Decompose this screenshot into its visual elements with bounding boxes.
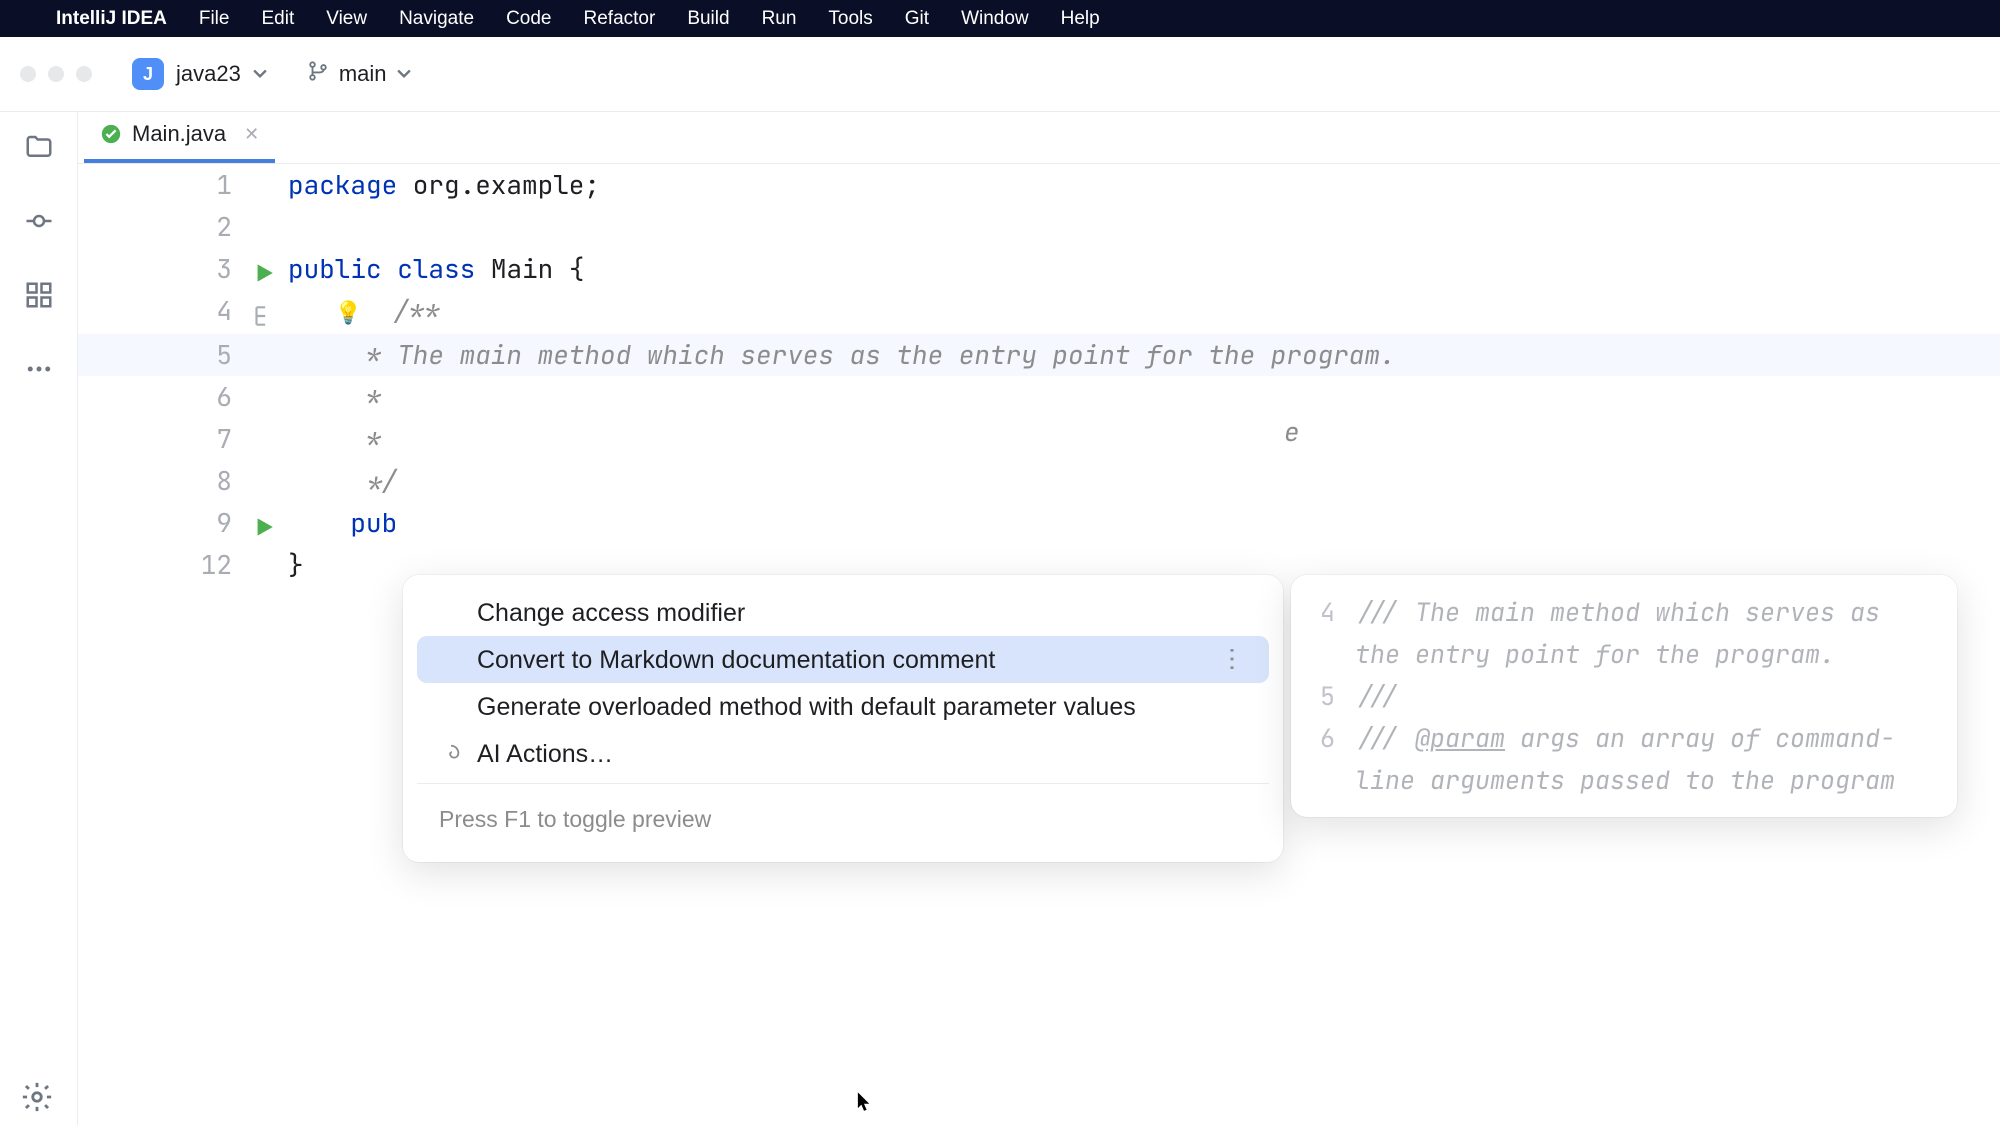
- traffic-lights: [20, 66, 92, 82]
- gutter-line-number: 9: [78, 502, 288, 544]
- comment: *: [350, 421, 381, 456]
- popup-footer-hint: Press F1 to toggle preview: [417, 783, 1269, 858]
- structure-tool-icon[interactable]: [22, 278, 56, 312]
- window-zoom-button[interactable]: [76, 66, 92, 82]
- project-name: java23: [176, 61, 241, 87]
- menu-view[interactable]: View: [326, 8, 367, 30]
- keyword: class: [397, 251, 475, 286]
- code-editor[interactable]: 1 package org.example; 2 3 public class …: [78, 164, 2000, 1125]
- menu-edit[interactable]: Edit: [261, 8, 294, 30]
- preview-line-text: /// The main method which serves as the …: [1355, 591, 1939, 675]
- comment: * The main method which serves as the en…: [350, 337, 1395, 372]
- mac-menubar: IntelliJ IDEA File Edit View Navigate Co…: [0, 0, 2000, 37]
- intention-item-convert-markdown[interactable]: Convert to Markdown documentation commen…: [417, 636, 1269, 683]
- menubar-app-name[interactable]: IntelliJ IDEA: [56, 8, 167, 30]
- intention-bulb-icon[interactable]: 💡: [335, 298, 362, 327]
- workspace: Main.java ✕ 1 package org.example; 2 3: [0, 112, 2000, 1125]
- code-text: }: [288, 547, 304, 582]
- more-tool-icon[interactable]: [22, 352, 56, 386]
- close-icon[interactable]: ✕: [244, 124, 259, 145]
- project-selector[interactable]: J java23: [116, 50, 283, 98]
- intention-item-label: Convert to Markdown documentation commen…: [477, 639, 995, 681]
- gutter-line-number: 4: [78, 290, 288, 334]
- gutter-line-number: 7: [78, 418, 288, 460]
- preview-line-number: 6: [1309, 717, 1335, 801]
- editor-tab[interactable]: Main.java ✕: [84, 109, 275, 163]
- preview-line-text: ///: [1355, 675, 1939, 717]
- editor-zone: Main.java ✕ 1 package org.example; 2 3: [78, 112, 2000, 1125]
- menu-build[interactable]: Build: [687, 8, 729, 30]
- menu-help[interactable]: Help: [1061, 8, 1100, 30]
- project-icon: J: [132, 58, 164, 90]
- menu-file[interactable]: File: [199, 8, 230, 30]
- run-gutter-icon[interactable]: [250, 510, 276, 536]
- code-text-bg: e: [1284, 411, 1300, 453]
- menu-navigate[interactable]: Navigate: [399, 8, 474, 30]
- code-text: pub: [350, 505, 397, 540]
- menu-refactor[interactable]: Refactor: [584, 8, 656, 30]
- project-tool-icon[interactable]: [22, 130, 56, 164]
- preview-line-number: 4: [1309, 591, 1335, 675]
- keyword: package: [288, 167, 397, 202]
- code-text: Main {: [491, 251, 585, 286]
- code-text: org.example;: [397, 167, 600, 202]
- gutter-line-number: 3: [78, 248, 288, 290]
- intention-item-change-access[interactable]: Change access modifier: [417, 589, 1269, 636]
- menu-git[interactable]: Git: [905, 8, 929, 30]
- preview-line: 5 ///: [1309, 675, 1939, 717]
- ai-swirl-icon: [439, 743, 463, 765]
- intention-item-ai-actions[interactable]: AI Actions…: [417, 730, 1269, 777]
- tab-filename: Main.java: [132, 121, 226, 147]
- keyword: public: [288, 251, 382, 286]
- menu-code[interactable]: Code: [506, 8, 551, 30]
- git-branch-name: main: [339, 61, 387, 87]
- menu-window[interactable]: Window: [961, 8, 1029, 30]
- more-options-icon[interactable]: ⋯: [1212, 646, 1254, 674]
- comment: */: [350, 463, 397, 498]
- run-gutter-icon[interactable]: [250, 256, 276, 282]
- intention-item-label: Change access modifier: [477, 592, 745, 634]
- intention-item-label: AI Actions…: [477, 733, 613, 775]
- fold-gutter-icon[interactable]: [250, 299, 276, 325]
- chevron-down-icon: [253, 66, 267, 82]
- git-branch-icon: [307, 60, 329, 88]
- doc-param-tag: @param: [1415, 721, 1505, 755]
- mouse-cursor-icon: [857, 1085, 871, 1127]
- intention-item-label: Generate overloaded method with default …: [477, 686, 1136, 728]
- chevron-down-icon: [397, 66, 411, 82]
- window-minimize-button[interactable]: [48, 66, 64, 82]
- preview-line: 6 /// @param args an array of command-li…: [1309, 717, 1939, 801]
- intention-actions-popup: Change access modifier Convert to Markdo…: [403, 575, 1283, 862]
- gutter-line-number: 6: [78, 376, 288, 418]
- git-branch-selector[interactable]: main: [307, 60, 411, 88]
- menu-tools[interactable]: Tools: [828, 8, 872, 30]
- settings-gear-icon[interactable]: [20, 1080, 54, 1119]
- window-close-button[interactable]: [20, 66, 36, 82]
- gutter-line-number: 12: [78, 544, 288, 586]
- intention-item-generate-overloaded[interactable]: Generate overloaded method with default …: [417, 683, 1269, 730]
- ide-toolbar: J java23 main: [0, 37, 2000, 112]
- tool-window-bar: [0, 112, 78, 1125]
- comment: /**: [393, 293, 440, 328]
- preview-line-number: 5: [1309, 675, 1335, 717]
- gutter-line-number: 1: [78, 164, 288, 206]
- gutter-line-number: 5: [78, 334, 288, 376]
- gutter-line-number: 2: [78, 206, 288, 248]
- gutter-line-number: 8: [78, 460, 288, 502]
- java-class-icon: [100, 123, 122, 145]
- comment: *: [350, 379, 381, 414]
- intention-preview-panel: 4 /// The main method which serves as th…: [1291, 575, 1957, 817]
- editor-tabs: Main.java ✕: [78, 112, 2000, 164]
- commit-tool-icon[interactable]: [22, 204, 56, 238]
- menu-run[interactable]: Run: [762, 8, 797, 30]
- preview-line: 4 /// The main method which serves as th…: [1309, 591, 1939, 675]
- preview-line-text: /// @param args an array of command-line…: [1355, 717, 1939, 801]
